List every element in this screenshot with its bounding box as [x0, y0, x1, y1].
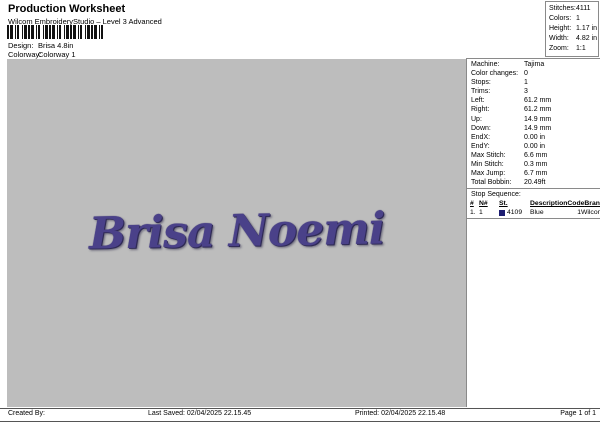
- stop-num: 1.: [470, 209, 476, 217]
- stats-label: Colors:: [549, 15, 572, 22]
- embroidery-design-text: Brisa Noemi: [88, 202, 385, 260]
- machine-label: Total Bobbin:: [471, 179, 512, 187]
- machine-label: Right:: [471, 106, 490, 114]
- stop-col-header: Description: [530, 200, 568, 208]
- machine-value: 0: [524, 70, 528, 78]
- machine-row: Up: 14.9 mm: [471, 115, 598, 124]
- machine-label: Machine:: [471, 61, 500, 68]
- stop-table-bottom-line: [467, 218, 600, 220]
- stats-label: Width:: [549, 35, 569, 42]
- footer-last-saved: Last Saved: 02/04/2025 22.15.45: [148, 410, 252, 417]
- colorway-label: Colorway:: [8, 50, 42, 59]
- machine-row: Max Stitch: 6.6 mm: [471, 151, 598, 160]
- machine-rows: Machine: Tajima Color changes: 0 Stops: 1 Trim…: [467, 59, 600, 187]
- machine-row: Trims: 3: [471, 87, 598, 96]
- machine-value: 6.6 mm: [524, 151, 548, 159]
- stop-brand: Wilcom: [581, 209, 600, 217]
- machine-label: Trims:: [471, 88, 491, 96]
- machine-row: Down: 14.9 mm: [471, 124, 598, 133]
- stop-table-rows: 1.14109Blue1Wilcom: [467, 208, 600, 217]
- stop-sequence-table: #N#St.DescriptionCodeBrand 1.14109Blue1W…: [467, 199, 600, 217]
- page-title: Production Worksheet: [8, 3, 126, 15]
- stop-stitch-cell: 4109: [499, 208, 530, 217]
- stats-value: 1: [576, 15, 580, 22]
- stats-row: Colors: 1: [549, 14, 598, 24]
- machine-row: EndY: 0.00 in: [471, 142, 598, 151]
- production-worksheet-page: Production Worksheet Wilcom EmbroiderySt…: [0, 0, 600, 424]
- stop-col-header: #: [470, 200, 474, 208]
- machine-value: 6.7 mm: [524, 170, 548, 178]
- design-canvas: Brisa Noemi: [7, 59, 466, 407]
- machine-label: Down:: [471, 124, 491, 132]
- machine-value: 61.2 mm: [524, 106, 552, 114]
- machine-value: 0.00 in: [524, 133, 546, 141]
- machine-value: Tajima: [524, 61, 545, 68]
- machine-value: 0.00 in: [524, 142, 546, 150]
- stop-row: 1.14109Blue1Wilcom: [467, 208, 600, 217]
- machine-row: Right: 61.2 mm: [471, 105, 598, 114]
- stats-value: 1:1: [576, 45, 586, 52]
- machine-row: Stops: 1: [471, 78, 598, 87]
- stats-label: Zoom:: [549, 45, 569, 52]
- stats-row: Width: 4.82 in: [549, 34, 598, 44]
- machine-value: 1: [524, 79, 528, 87]
- barcode-icon: [7, 25, 105, 39]
- stop-table-header: # N# St. DescriptionCodeBrand: [467, 199, 600, 208]
- machine-label: Left:: [471, 97, 485, 105]
- machine-label: Stops:: [471, 79, 491, 87]
- stats-label: Stitches:: [549, 5, 576, 12]
- stop-col-header: N#: [479, 200, 488, 208]
- thread-color-chip: [499, 209, 505, 216]
- machine-value: 14.9 mm: [524, 115, 552, 123]
- machine-value: 61.2 mm: [524, 97, 552, 105]
- stats-label: Height:: [549, 25, 572, 32]
- footer-created-by: Created By:: [8, 410, 45, 417]
- stats-row: Height: 1.17 in: [549, 24, 598, 34]
- stop-description: Blue: [530, 209, 544, 217]
- colorway-row: Colorway:Colorway 1: [8, 50, 76, 59]
- stop-code: 1: [577, 209, 581, 217]
- design-label: Design:: [8, 41, 34, 50]
- stop-sequence-title: Stop Sequence:: [471, 191, 521, 199]
- machine-row: Min Stitch: 0.3 mm: [471, 160, 598, 169]
- design-value: Brisa 4.8in: [38, 41, 74, 50]
- stats-row: Stitches: 4111: [549, 4, 598, 14]
- machine-value: 0.3 mm: [524, 161, 548, 169]
- stop-col-header: Code: [567, 200, 585, 208]
- machine-row: Color changes: 0: [471, 69, 598, 78]
- design-row: Design: Brisa 4.8in: [8, 41, 73, 50]
- machine-label: Max Jump:: [471, 170, 506, 178]
- machine-row: Total Bobbin: 20.49ft: [471, 178, 598, 187]
- machine-label: EndX:: [471, 133, 491, 141]
- machine-row: Machine: Tajima: [471, 60, 598, 69]
- stats-value: 4.82 in: [576, 35, 598, 42]
- footer-printed: Printed: 02/04/2025 22.15.48: [355, 410, 446, 417]
- footer-page-number: Page 1 of 1: [560, 410, 596, 417]
- colorway-value: Colorway 1: [38, 50, 76, 59]
- machine-row: Left: 61.2 mm: [471, 96, 598, 105]
- machine-label: Up:: [471, 115, 482, 123]
- stop-stitch-count: 4109: [507, 209, 523, 217]
- machine-value: 20.49ft: [524, 179, 546, 187]
- footer-top-rule: [0, 408, 600, 409]
- stop-col-header: St.: [499, 200, 508, 208]
- machine-info-panel: Machine: Tajima Color changes: 0 Stops: 1 Trim…: [466, 58, 600, 407]
- stop-col-header: Brand: [584, 200, 600, 208]
- machine-label: EndY:: [471, 142, 490, 150]
- footer-bottom-rule: [0, 421, 600, 422]
- stats-box: Stitches: 4111 Colors: 1 Height: 1.17 in Width…: [545, 1, 599, 57]
- machine-label: Color changes:: [471, 70, 519, 78]
- stats-value: 1.17 in: [576, 25, 598, 32]
- machine-value: 14.9 mm: [524, 124, 552, 132]
- machine-value: 3: [524, 88, 528, 96]
- stats-value: 4111: [576, 5, 591, 12]
- footer: Created By: Last Saved: 02/04/2025 22.15…: [0, 410, 600, 421]
- machine-row: Max Jump: 6.7 mm: [471, 169, 598, 178]
- machine-row: EndX: 0.00 in: [471, 133, 598, 142]
- stats-row: Zoom: 1:1: [549, 44, 598, 54]
- machine-label: Max Stitch:: [471, 151, 506, 159]
- machine-label: Min Stitch:: [471, 161, 504, 169]
- stop-needle: 1: [479, 209, 483, 217]
